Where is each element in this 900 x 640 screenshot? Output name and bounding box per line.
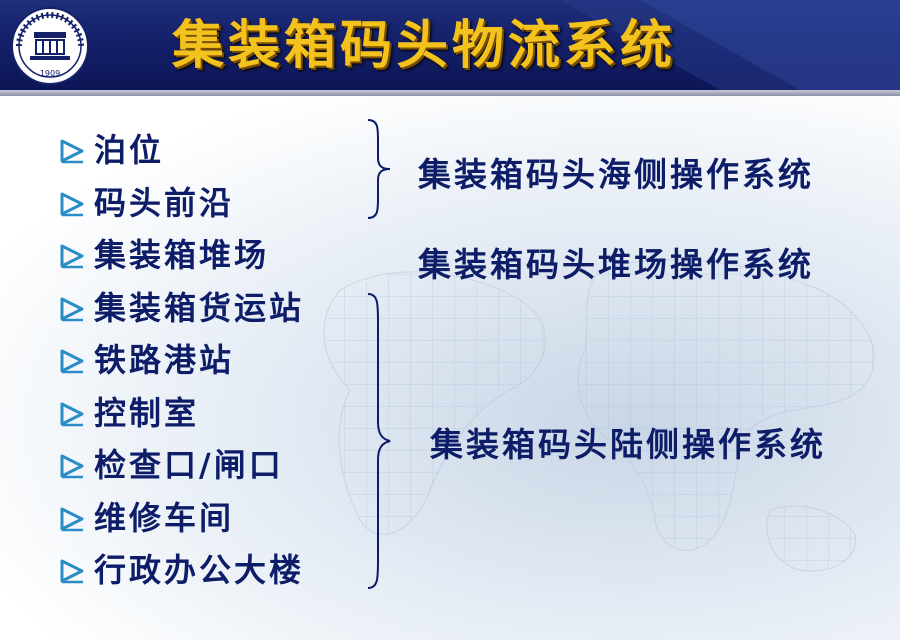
arrow-bullet-icon — [60, 297, 84, 321]
list-item: 行政办公大楼 — [58, 544, 304, 597]
list-item: 集装箱堆场 — [58, 229, 304, 282]
group-label-yard: 集装箱码头堆场操作系统 — [418, 245, 814, 284]
arrow-bullet-icon — [60, 454, 84, 479]
page-title: 集装箱码头物流系统 — [172, 15, 677, 76]
university-seal-icon: 1909 — [11, 7, 89, 85]
brace-sea-side — [367, 119, 391, 219]
list-item-label: 检查口/闸口 — [94, 446, 284, 484]
header-bar: 1909 集装箱码头物流系统 — [0, 0, 900, 90]
arrow-bullet-icon — [60, 402, 84, 426]
list-item: 集装箱货运站 — [58, 282, 304, 335]
list-item: 维修车间 — [58, 492, 304, 545]
list-item: 泊位 — [58, 124, 304, 177]
list-item-label: 集装箱货运站 — [94, 288, 305, 327]
list-item-label: 集装箱堆场 — [94, 236, 270, 274]
arrow-bullet-icon — [60, 559, 84, 584]
component-list: 泊位码头前沿集装箱堆场集装箱货运站 铁路港站控制室检查口/闸口 维修车间行政办公大楼 — [58, 124, 304, 597]
list-item-label: 铁路港站 — [94, 341, 235, 379]
arrow-bullet-icon — [60, 192, 84, 216]
list-item: 控制室 — [58, 387, 304, 440]
brace-land-side — [367, 293, 391, 589]
arrow-bullet-icon — [60, 244, 84, 269]
arrow-bullet-icon — [60, 139, 84, 164]
list-item-label: 泊位 — [94, 131, 165, 169]
group-label-land-side: 集装箱码头陆侧操作系统 — [430, 425, 826, 464]
list-item: 检查口/闸口 — [58, 439, 304, 492]
list-item-label: 维修车间 — [94, 498, 235, 537]
group-label-sea-side: 集装箱码头海侧操作系统 — [418, 155, 814, 194]
list-item: 铁路港站 — [58, 334, 304, 387]
list-item-label: 控制室 — [94, 393, 200, 432]
list-item-label: 码头前沿 — [94, 183, 235, 222]
arrow-bullet-icon — [60, 349, 84, 374]
list-item-label: 行政办公大楼 — [94, 551, 305, 589]
seal-year: 1909 — [40, 69, 60, 78]
arrow-bullet-icon — [60, 507, 84, 531]
list-item: 码头前沿 — [58, 177, 304, 230]
